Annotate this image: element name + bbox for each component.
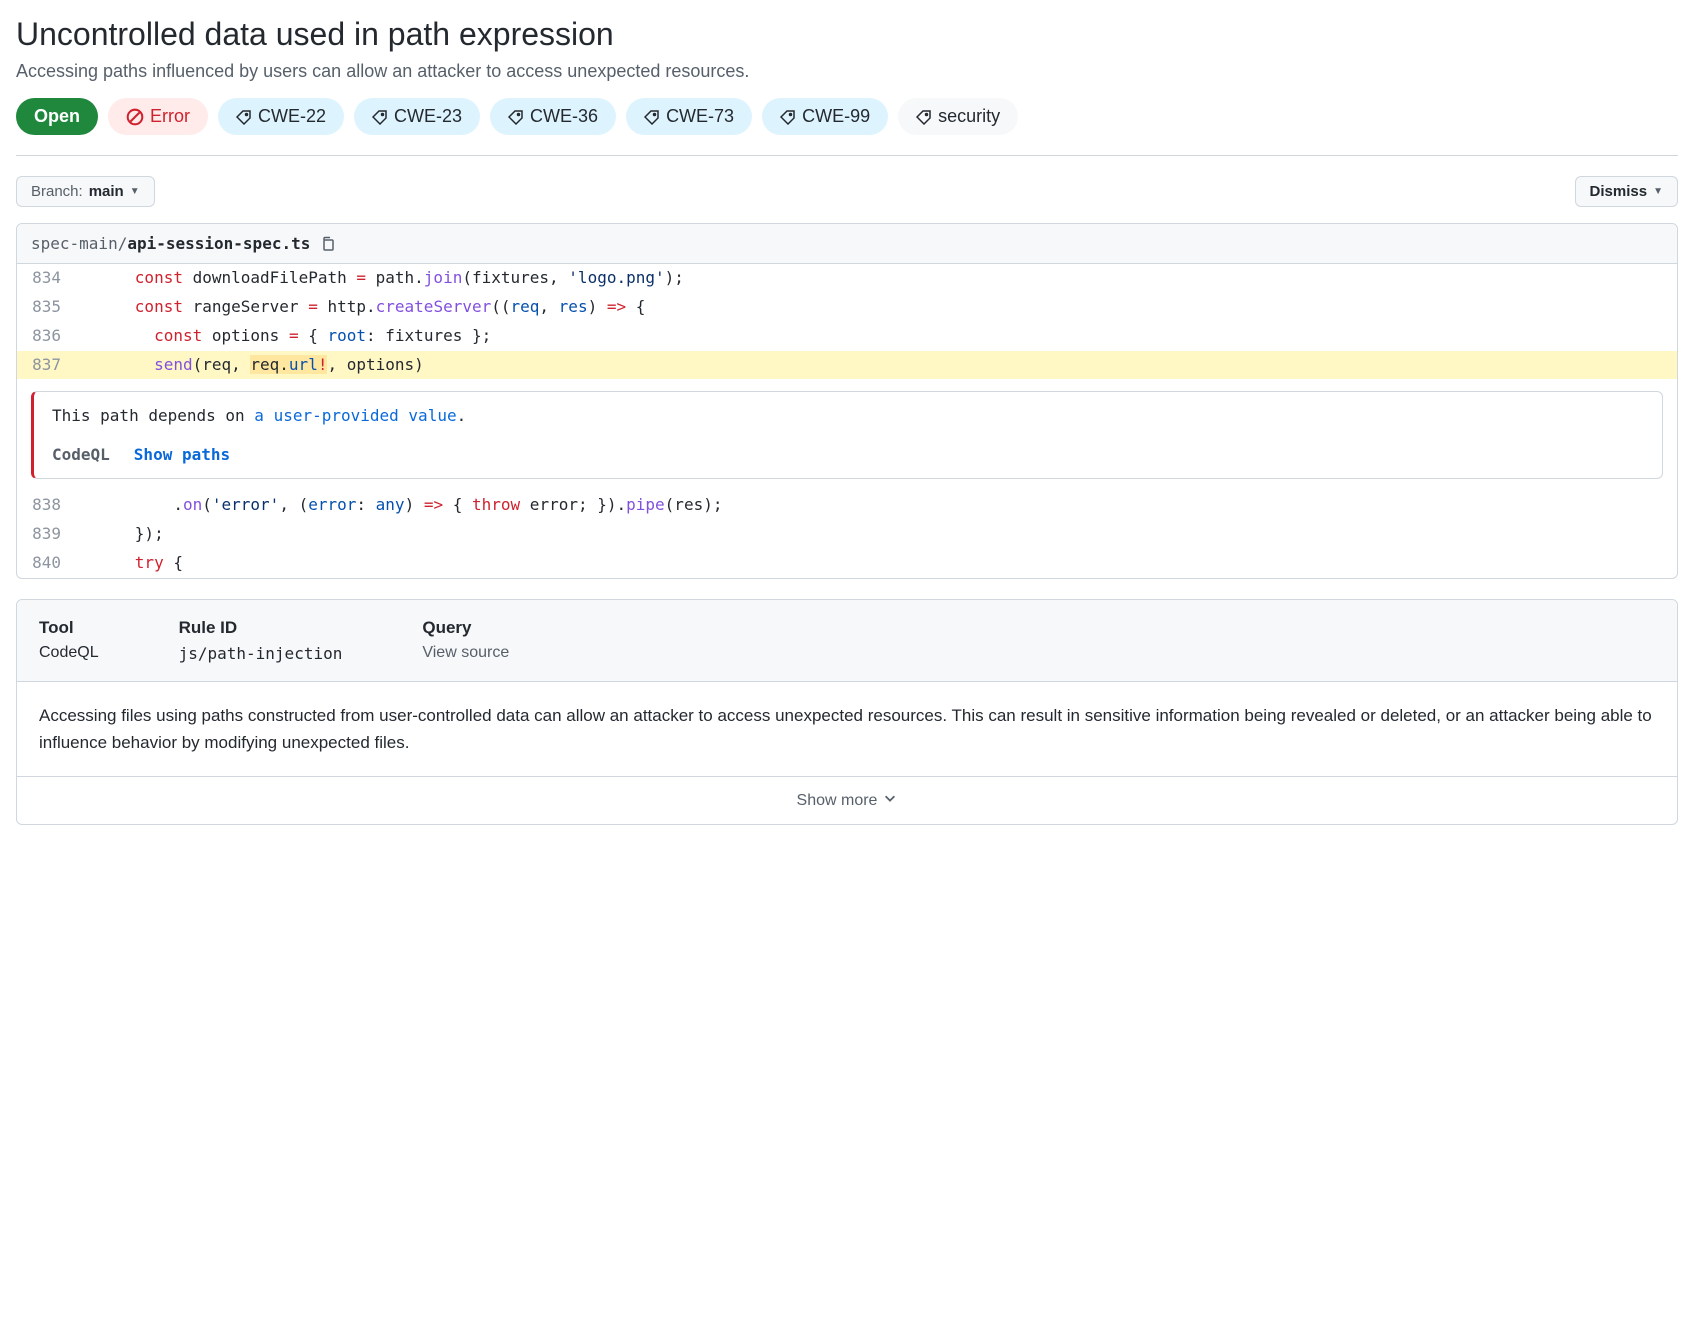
- tag-cwe-22[interactable]: CWE-22: [218, 98, 344, 135]
- line-num: 840: [17, 549, 77, 578]
- code-line: 835 const rangeServer = http.createServe…: [17, 293, 1677, 322]
- line-num: 834: [17, 264, 77, 293]
- line-content: const options = { root: fixtures };: [77, 322, 1677, 351]
- alert-box: This path depends on a user-provided val…: [31, 391, 1663, 479]
- info-header: Tool CodeQL Rule ID js/path-injection Qu…: [17, 600, 1677, 682]
- controls-row: Branch: main ▼ Dismiss ▼: [16, 176, 1678, 207]
- line-content: const downloadFilePath = path.join(fixtu…: [77, 264, 1677, 293]
- page-subtitle: Accessing paths influenced by users can …: [16, 61, 1678, 82]
- tag-cwe-99[interactable]: CWE-99: [762, 98, 888, 135]
- alert-footer: CodeQL Show paths: [52, 445, 1644, 464]
- info-description: Accessing files using paths constructed …: [17, 682, 1677, 776]
- tag-cwe-23[interactable]: CWE-23: [354, 98, 480, 135]
- chevron-down-icon: ▼: [1653, 186, 1663, 197]
- tag-icon: [780, 109, 796, 125]
- dismiss-button[interactable]: Dismiss ▼: [1575, 176, 1678, 207]
- branch-value: main: [89, 183, 124, 200]
- file-name: api-session-spec.ts: [127, 234, 310, 253]
- alert-link[interactable]: a user-provided value: [254, 406, 456, 425]
- line-num: 835: [17, 293, 77, 322]
- show-more-button[interactable]: Show more: [17, 776, 1677, 824]
- tag-icon: [916, 109, 932, 125]
- tag-row: Open Error CWE-22 CWE-23 CWE-36 CWE-73 C…: [16, 98, 1678, 156]
- code-line: 834 const downloadFilePath = path.join(f…: [17, 264, 1677, 293]
- info-label: Query: [422, 618, 509, 638]
- tag-icon: [372, 109, 388, 125]
- line-content: send(req, req.url!, options): [77, 351, 1677, 380]
- info-col-rule: Rule ID js/path-injection: [179, 618, 343, 663]
- code-line: 840 try {: [17, 549, 1677, 578]
- line-content: try {: [77, 549, 1677, 578]
- line-num: 839: [17, 520, 77, 549]
- code-line: 836 const options = { root: fixtures };: [17, 322, 1677, 351]
- line-content: .on('error', (error: any) => { throw err…: [77, 491, 1677, 520]
- show-paths-link[interactable]: Show paths: [134, 445, 230, 464]
- dismiss-label: Dismiss: [1590, 183, 1648, 200]
- page-title: Uncontrolled data used in path expressio…: [16, 16, 1678, 53]
- code-panel: spec-main/api-session-spec.ts 834 const …: [16, 223, 1678, 579]
- info-panel: Tool CodeQL Rule ID js/path-injection Qu…: [16, 599, 1678, 825]
- info-value: js/path-injection: [179, 644, 343, 663]
- line-num: 837: [17, 351, 77, 380]
- severity-badge: Error: [108, 98, 208, 135]
- line-content: });: [77, 520, 1677, 549]
- tag-icon: [644, 109, 660, 125]
- info-value: CodeQL: [39, 644, 99, 662]
- severity-label: Error: [150, 104, 190, 129]
- error-icon: [126, 108, 144, 126]
- branch-label: Branch:: [31, 183, 83, 200]
- code-line: 839 });: [17, 520, 1677, 549]
- file-header: spec-main/api-session-spec.ts: [17, 224, 1677, 264]
- view-source-link[interactable]: View source: [422, 644, 509, 662]
- info-col-tool: Tool CodeQL: [39, 618, 99, 663]
- file-path: spec-main/: [31, 234, 127, 253]
- chevron-down-icon: ▼: [130, 186, 140, 197]
- branch-select[interactable]: Branch: main ▼: [16, 176, 155, 207]
- line-num: 838: [17, 491, 77, 520]
- tag-icon: [508, 109, 524, 125]
- code-line: 838 .on('error', (error: any) => { throw…: [17, 491, 1677, 520]
- copy-icon[interactable]: [320, 236, 336, 252]
- line-content: const rangeServer = http.createServer((r…: [77, 293, 1677, 322]
- tag-cwe-36[interactable]: CWE-36: [490, 98, 616, 135]
- info-label: Tool: [39, 618, 99, 638]
- chevron-down-icon: [883, 791, 897, 810]
- alert-tool: CodeQL: [52, 445, 110, 464]
- status-badge: Open: [16, 98, 98, 135]
- line-num: 836: [17, 322, 77, 351]
- info-col-query: Query View source: [422, 618, 509, 663]
- tag-security[interactable]: security: [898, 98, 1018, 135]
- alert-message: This path depends on a user-provided val…: [52, 406, 1644, 425]
- info-label: Rule ID: [179, 618, 343, 638]
- code-line-highlighted: 837 send(req, req.url!, options): [17, 351, 1677, 380]
- tag-cwe-73[interactable]: CWE-73: [626, 98, 752, 135]
- tag-icon: [236, 109, 252, 125]
